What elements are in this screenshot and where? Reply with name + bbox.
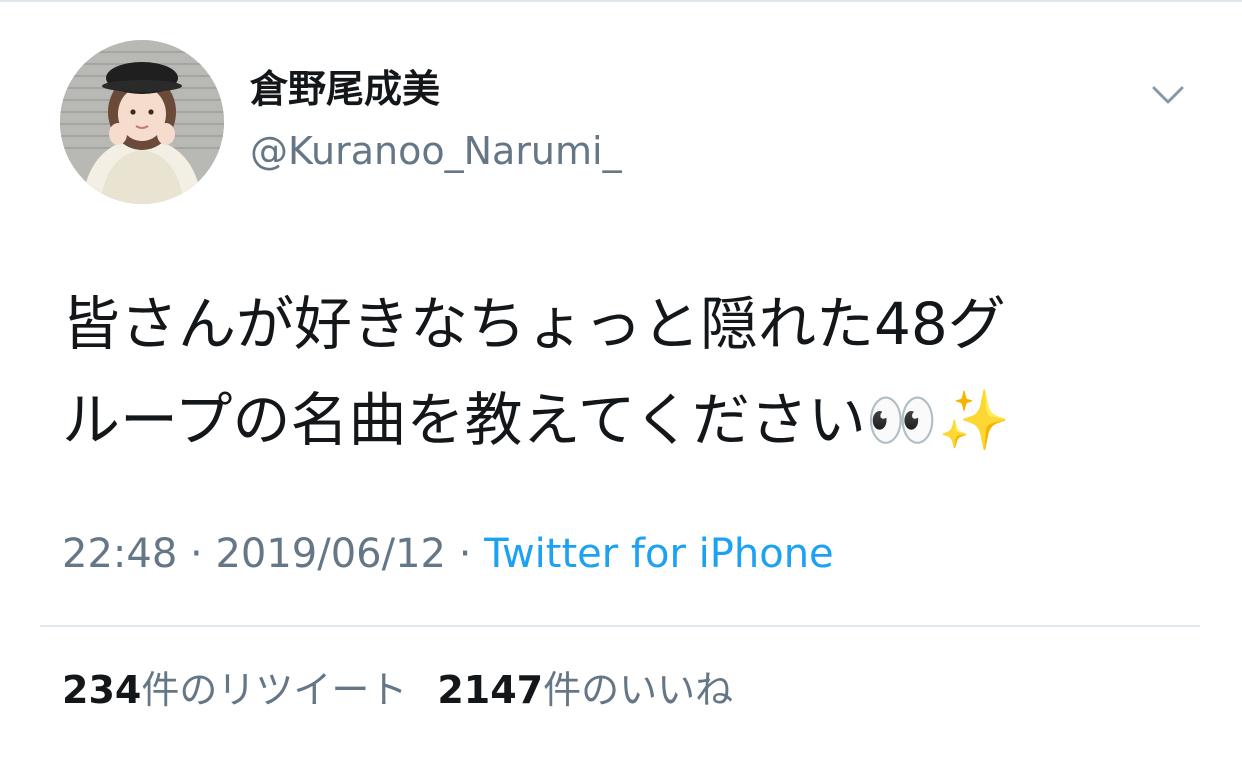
likes-stat[interactable]: 2147件のいいね bbox=[437, 668, 733, 712]
meta-separator: · bbox=[177, 531, 216, 577]
tweet-time[interactable]: 22:48 bbox=[62, 531, 177, 577]
retweet-label: 件のリツイート bbox=[141, 668, 408, 712]
avatar[interactable] bbox=[60, 40, 224, 204]
like-count: 2147 bbox=[437, 668, 544, 712]
tweet-meta: 22:48 · 2019/06/12 · Twitter for iPhone bbox=[62, 528, 834, 580]
meta-separator: · bbox=[445, 531, 485, 577]
like-label: 件のいいね bbox=[543, 668, 734, 712]
author-handle[interactable]: @Kuranoo_Narumi_ bbox=[250, 126, 622, 176]
stats-divider bbox=[40, 625, 1200, 627]
tweet-detail: 倉野尾成美 @Kuranoo_Narumi_ 皆さんが好きなちょっと隠れた48グ… bbox=[0, 0, 1242, 766]
retweet-count: 234 bbox=[62, 668, 142, 712]
retweets-stat[interactable]: 234件のリツイート bbox=[62, 668, 407, 712]
tweet-source-link[interactable]: Twitter for iPhone bbox=[484, 531, 834, 577]
engagement-stats: 234件のリツイート 2147件のいいね bbox=[62, 664, 733, 716]
chevron-down-icon[interactable] bbox=[1148, 80, 1188, 110]
author-display-name[interactable]: 倉野尾成美 bbox=[250, 64, 440, 114]
tweet-text: 皆さんが好きなちょっと隠れた48グ ループの名曲を教えてください👀✨ bbox=[62, 276, 1192, 468]
top-divider bbox=[0, 0, 1242, 2]
tweet-text-line-2: ループの名曲を教えてください👀✨ bbox=[62, 386, 1011, 454]
tweet-date[interactable]: 2019/06/12 bbox=[215, 531, 446, 577]
tweet-text-line-1: 皆さんが好きなちょっと隠れた48グ bbox=[62, 290, 1006, 358]
